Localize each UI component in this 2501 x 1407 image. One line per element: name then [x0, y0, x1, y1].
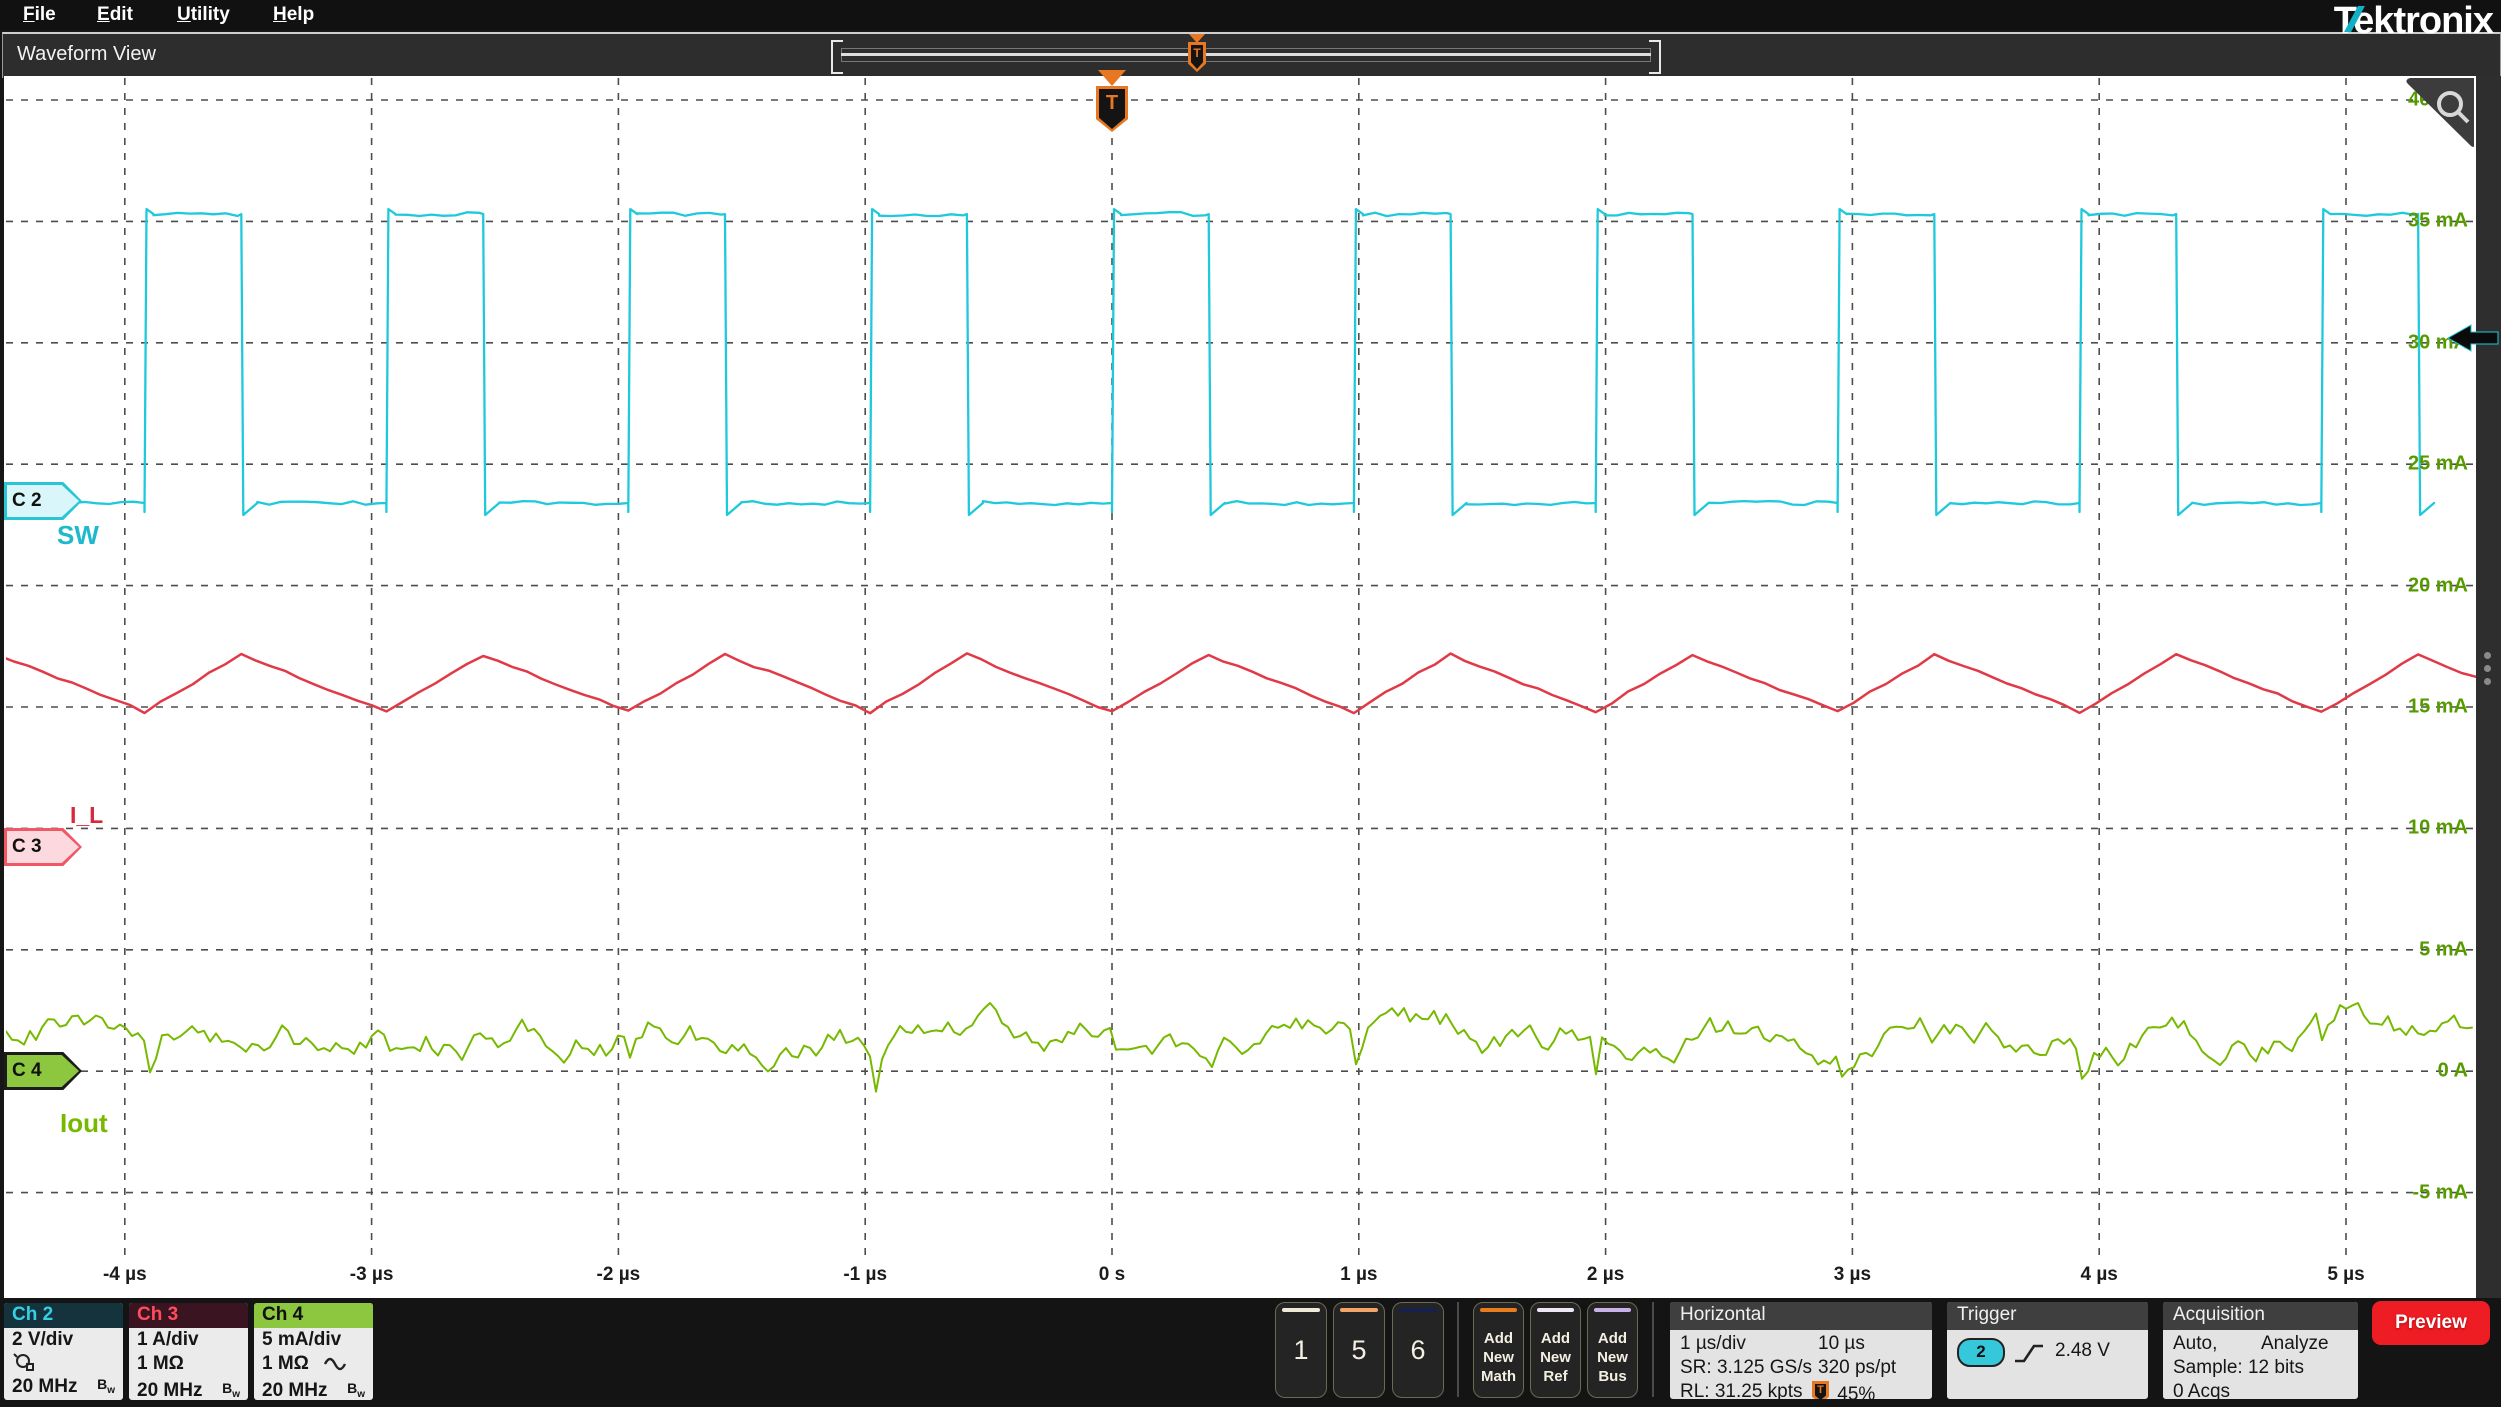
probe-icon: [12, 1352, 38, 1372]
display-button-1[interactable]: 1: [1275, 1302, 1327, 1398]
channel-badge-ch3[interactable]: Ch 3 1 A/div 1 MΩ 20 MHz Bw: [129, 1303, 248, 1400]
channel-tag-c2[interactable]: C 2: [4, 482, 82, 520]
graticule-zoom-icon[interactable]: [2404, 78, 2476, 148]
add-new-ref-button[interactable]: AddNewRef: [1530, 1302, 1581, 1398]
x-tick-label: -2 µs: [597, 1264, 641, 1286]
y-tick-label: 10 mA: [2398, 817, 2468, 840]
menu-bar: File Edit Utility Help Tektronix: [0, 0, 2501, 30]
bandwidth-limit-badge: Bw: [97, 1372, 115, 1400]
wave-label-iout: Iout: [60, 1108, 108, 1139]
x-tick-label: 1 µs: [1340, 1264, 1377, 1286]
y-tick-label: 20 mA: [2398, 574, 2468, 597]
y-tick-label: 0 A: [2398, 1060, 2468, 1083]
horizontal-panel-title: Horizontal: [1670, 1302, 1932, 1330]
trigger-level-arrow-icon[interactable]: [2448, 322, 2500, 359]
record-view-bar[interactable]: T: [831, 36, 1661, 74]
trigger-flag-mini-icon: T: [1812, 1380, 1832, 1399]
y-tick-label: 25 mA: [2398, 453, 2468, 476]
trigger-level-value: 2.48 V: [2055, 1339, 2110, 1363]
scrollbar-handle[interactable]: [2484, 646, 2492, 691]
trigger-position-pointer-icon: [1098, 70, 1126, 86]
tab-waveform-view[interactable]: Waveform View: [17, 43, 156, 66]
menu-help[interactable]: Help: [273, 4, 314, 26]
x-tick-label: 0 s: [1099, 1264, 1125, 1286]
ac-coupling-icon: [323, 1354, 349, 1374]
menu-edit[interactable]: Edit: [97, 4, 133, 26]
right-scroll-strip: [2476, 76, 2501, 1298]
y-tick-label: -5 mA: [2398, 1181, 2468, 1204]
x-tick-label: 3 µs: [1834, 1264, 1871, 1286]
acquisition-panel-title: Acquisition: [2163, 1302, 2358, 1330]
bandwidth-limit-badge: Bw: [347, 1376, 365, 1400]
divider: [1652, 1302, 1654, 1397]
x-tick-label: 4 µs: [2081, 1264, 2118, 1286]
record-trigger-flag-icon[interactable]: T: [1188, 42, 1206, 72]
wave-label-il: I_L: [70, 802, 103, 829]
trigger-panel[interactable]: Trigger 2 2.48 V: [1947, 1302, 2148, 1399]
channel-tag-c3[interactable]: C 3: [4, 828, 82, 866]
bottom-control-bar: Ch 2 2 V/div 20 MHz Bw Ch 3 1 A/div 1 MΩ…: [0, 1298, 2501, 1407]
x-tick-label: -4 µs: [103, 1264, 147, 1286]
record-line: [841, 53, 1651, 56]
trigger-source-badge: 2: [1957, 1338, 2005, 1367]
bandwidth-limit-badge: Bw: [222, 1376, 240, 1400]
y-tick-label: 35 mA: [2398, 210, 2468, 233]
display-button-5[interactable]: 5: [1333, 1302, 1385, 1398]
x-tick-label: -1 µs: [843, 1264, 887, 1286]
add-new-math-button[interactable]: AddNewMath: [1473, 1302, 1524, 1398]
menu-file[interactable]: File: [23, 4, 56, 26]
wave-label-sw: SW: [57, 520, 99, 551]
rising-edge-icon: [2013, 1340, 2045, 1366]
channel-badge-ch4[interactable]: Ch 4 5 mA/div 1 MΩ 20 MHz Bw: [254, 1303, 373, 1400]
preview-button[interactable]: Preview: [2372, 1301, 2490, 1345]
channel-tag-c4[interactable]: C 4: [4, 1052, 82, 1090]
view-tab-strip: Waveform View T: [2, 32, 2501, 78]
oscilloscope-app: File Edit Utility Help Tektronix Wavefor…: [0, 0, 2501, 1407]
trigger-panel-title: Trigger: [1947, 1302, 2148, 1330]
divider: [1457, 1302, 1459, 1397]
add-new-bus-button[interactable]: AddNewBus: [1587, 1302, 1638, 1398]
channel-badge-ch2[interactable]: Ch 2 2 V/div 20 MHz Bw: [4, 1303, 123, 1400]
y-tick-label: 5 mA: [2398, 938, 2468, 961]
record-trigger-pointer-icon: [1189, 34, 1205, 43]
horizontal-panel[interactable]: Horizontal 1 µs/div10 µs SR: 3.125 GS/s3…: [1670, 1302, 1932, 1399]
x-tick-label: -3 µs: [350, 1264, 394, 1286]
x-tick-label: 2 µs: [1587, 1264, 1624, 1286]
menu-utility[interactable]: Utility: [177, 4, 230, 26]
x-tick-label: 5 µs: [2327, 1264, 2364, 1286]
y-tick-label: 15 mA: [2398, 696, 2468, 719]
waveform-graticule: [4, 76, 2476, 1298]
display-button-6[interactable]: 6: [1392, 1302, 1444, 1398]
acquisition-panel[interactable]: Acquisition Auto, Analyze Sample: 12 bit…: [2163, 1302, 2358, 1399]
